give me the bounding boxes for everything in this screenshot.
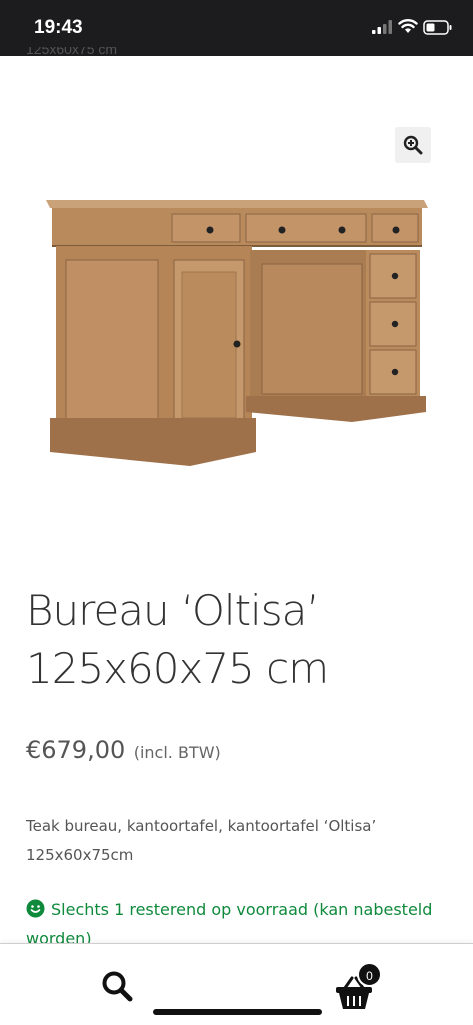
battery-icon	[423, 20, 452, 35]
cart-button[interactable]: 0	[335, 962, 385, 1010]
smile-icon	[26, 899, 45, 918]
product-image[interactable]	[40, 190, 435, 475]
scrolled-off-text: 125x60x75 cm	[26, 47, 118, 57]
product-description: Teak bureau, kantoortafel, kantoortafel …	[26, 817, 377, 864]
price-suffix: (incl. BTW)	[133, 743, 221, 762]
signal-icon	[372, 20, 392, 34]
zoom-button[interactable]	[395, 127, 431, 163]
wifi-icon	[398, 19, 418, 33]
cart-count-badge: 0	[357, 962, 382, 987]
stock-text: Slechts 1 resterend op voorraad (kan nab…	[26, 900, 433, 948]
product-title: Bureau ‘Oltisa’ 125x60x75 cm	[26, 586, 329, 693]
search-button[interactable]	[100, 969, 136, 1005]
price: €679,00	[26, 736, 126, 764]
price-row: €679,00 (incl. BTW)	[26, 736, 221, 764]
search-icon	[102, 971, 133, 1002]
status-time: 19:43	[34, 17, 83, 38]
zoom-in-icon	[403, 135, 423, 155]
home-indicator[interactable]	[153, 1009, 322, 1015]
